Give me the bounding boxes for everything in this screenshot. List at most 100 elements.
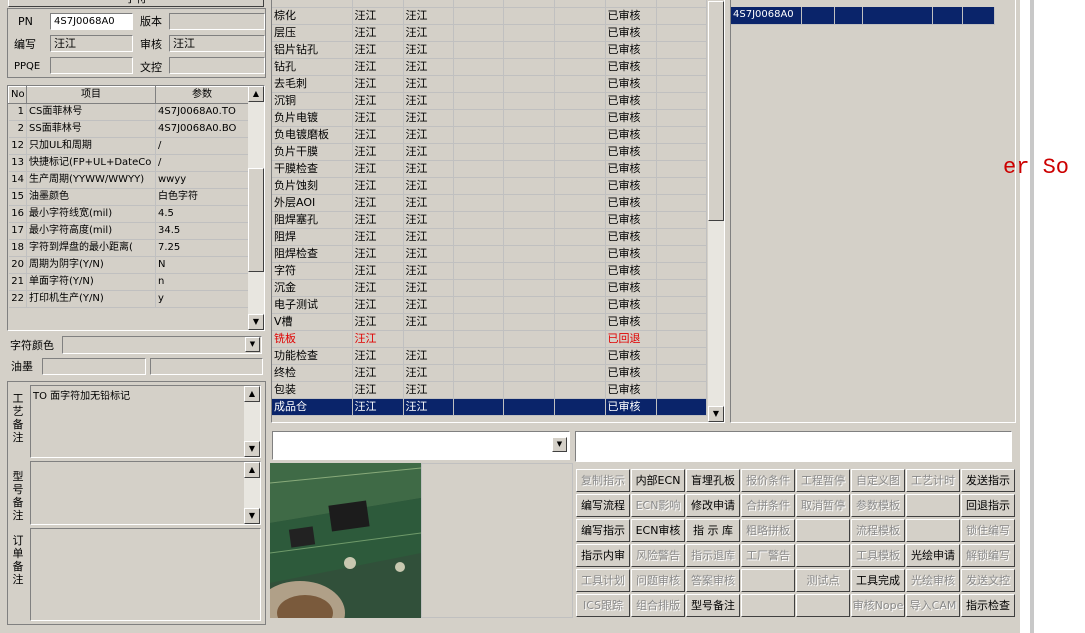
action-button[interactable]: 指 示 库	[686, 519, 740, 542]
ink-field-1[interactable]	[42, 358, 146, 375]
process-row[interactable]: 沉铜 汪江 汪江 已审核	[272, 92, 707, 110]
action-button[interactable]: 导入CAM	[906, 594, 960, 617]
action-button[interactable]: 光绘审核	[906, 569, 960, 592]
action-button[interactable]: 问题审核	[631, 569, 685, 592]
params-row[interactable]: 18 字符到焊盘的最小距离(7.25	[8, 239, 249, 257]
action-button[interactable]: 工具模板	[851, 544, 905, 567]
action-button[interactable]: ECN影响	[631, 494, 685, 517]
process-row[interactable]: 沉金 汪江 汪江 已审核	[272, 279, 707, 297]
action-button[interactable]: 光绘申请	[906, 544, 960, 567]
action-button[interactable]	[796, 519, 850, 542]
order-notes-text[interactable]	[30, 528, 261, 621]
editor-field[interactable]: 汪江	[50, 35, 133, 52]
action-button[interactable]	[796, 594, 850, 617]
action-button[interactable]: 取消暂停	[796, 494, 850, 517]
process-row[interactable]: 包装 汪江 汪江 已审核	[272, 381, 707, 399]
scroll-thumb[interactable]	[708, 1, 724, 221]
process-grid[interactable]: 棕化 汪江 汪江 已审核 层压 汪江 汪江 已审核 铝片钻孔 汪江 汪江 已审核 钻孔 汪江 汪江 已审核 去毛…	[271, 0, 725, 423]
ppqe-field[interactable]	[50, 57, 133, 74]
action-button[interactable]: 合拼条件	[741, 494, 795, 517]
process-row[interactable]: 铝片钻孔 汪江 汪江 已审核	[272, 41, 707, 59]
action-button[interactable]: 工艺计时	[906, 469, 960, 492]
scroll-up-icon[interactable]: ▲	[248, 86, 264, 102]
process-grid-header[interactable]	[503, 0, 555, 8]
process-row[interactable]: 字符 汪江 汪江 已审核	[272, 262, 707, 280]
process-row[interactable]: 成品仓 汪江 汪江 已审核	[272, 398, 707, 416]
action-button[interactable]: 型号备注	[686, 594, 740, 617]
process-notes-text[interactable]: TO 面字符加无铅标记 ▲ ▼	[30, 385, 261, 458]
char-color-select[interactable]	[62, 336, 262, 354]
scroll-down-icon[interactable]: ▼	[244, 441, 260, 457]
scroll-down-icon[interactable]: ▼	[708, 406, 724, 422]
scroll-down-icon[interactable]: ▼	[248, 314, 264, 330]
scroll-down-icon[interactable]: ▼	[244, 508, 260, 524]
action-button[interactable]	[796, 544, 850, 567]
process-row[interactable]: 终检 汪江 汪江 已审核	[272, 364, 707, 382]
params-table[interactable]: No 项目 参数 1 CS面菲林号 4S7J0068A0.TO 2 SS面菲林号 4S7J…	[7, 85, 265, 331]
action-button[interactable]: 自定义图	[851, 469, 905, 492]
chevron-down-icon[interactable]: ▼	[245, 337, 260, 352]
action-button[interactable]: 盲埋孔板	[686, 469, 740, 492]
process-grid-header[interactable]	[605, 0, 657, 8]
process-row[interactable]: 钻孔 汪江 汪江 已审核	[272, 58, 707, 76]
params-row[interactable]: 16 最小字符线宽(mil) 4.5	[8, 205, 249, 223]
model-notes-text[interactable]: ▲ ▼	[30, 461, 261, 525]
params-row[interactable]: 1 CS面菲林号 4S7J0068A0.TO	[8, 103, 249, 121]
process-grid-scrollbar[interactable]: ▼	[708, 1, 724, 422]
pn-field[interactable]: 4S7J0068A0	[50, 13, 133, 30]
action-button[interactable]	[741, 569, 795, 592]
action-button[interactable]: 测试点	[796, 569, 850, 592]
action-button[interactable]: 解锁编写	[961, 544, 1015, 567]
process-row[interactable]: 阻焊塞孔 汪江 汪江 已审核	[272, 211, 707, 229]
lower-text-field[interactable]	[575, 431, 1012, 462]
action-button[interactable]: 流程模板	[851, 519, 905, 542]
params-scrollbar[interactable]: ▲ ▼	[248, 86, 264, 330]
params-row[interactable]: 22 打印机生产(Y/N) y	[8, 290, 249, 308]
action-button[interactable]: 答案审核	[686, 569, 740, 592]
chevron-down-icon[interactable]: ▼	[552, 437, 567, 452]
action-button[interactable]: 审核Nope	[851, 594, 905, 617]
process-row[interactable]: 负片电镀 汪江 汪江 已审核	[272, 109, 707, 127]
action-button[interactable]: 复制指示	[576, 469, 630, 492]
process-grid-header[interactable]	[352, 0, 404, 8]
action-button[interactable]: 回退指示	[961, 494, 1015, 517]
col-item-header[interactable]: 项目	[26, 86, 156, 104]
process-row[interactable]: 功能检查 汪江 汪江 已审核	[272, 347, 707, 365]
action-button[interactable]: 编写指示	[576, 519, 630, 542]
process-row[interactable]: 去毛刺 汪江 汪江 已审核	[272, 75, 707, 93]
action-button[interactable]: 指示内审	[576, 544, 630, 567]
action-button[interactable]: 内部ECN	[631, 469, 685, 492]
params-row[interactable]: 17 最小字符高度(mil) 34.5	[8, 222, 249, 240]
action-button[interactable]: 指示检查	[961, 594, 1015, 617]
action-button[interactable]: 发送文控	[961, 569, 1015, 592]
process-row[interactable]: 负片干膜 汪江 汪江 已审核	[272, 143, 707, 161]
action-button[interactable]: 工厂警告	[741, 544, 795, 567]
process-row[interactable]: 阻焊检查 汪江 汪江 已审核	[272, 245, 707, 263]
action-button[interactable]: 发送指示	[961, 469, 1015, 492]
process-row[interactable]: 层压 汪江 汪江 已审核	[272, 24, 707, 42]
process-row[interactable]: 负电镀磨板 汪江 汪江 已审核	[272, 126, 707, 144]
right-list[interactable]: 4S7J0068A0	[730, 0, 1016, 423]
process-grid-header[interactable]	[272, 0, 353, 8]
action-button[interactable]	[906, 519, 960, 542]
params-row[interactable]: 21 单面字符(Y/N) n	[8, 273, 249, 291]
doc-control-field[interactable]	[169, 57, 265, 74]
action-button[interactable]: 工具计划	[576, 569, 630, 592]
col-param-header[interactable]: 参数	[155, 86, 249, 104]
action-button[interactable]: 锁住编写	[961, 519, 1015, 542]
process-row[interactable]: 棕化 汪江 汪江 已审核	[272, 7, 707, 25]
col-no-header[interactable]: No	[8, 86, 27, 104]
scroll-up-icon[interactable]: ▲	[244, 386, 260, 402]
process-row[interactable]: 铣板 汪江 已回退	[272, 330, 707, 348]
process-grid-header[interactable]	[656, 0, 707, 8]
process-row[interactable]: 阻焊 汪江 汪江 已审核	[272, 228, 707, 246]
scroll-up-icon[interactable]: ▲	[244, 462, 260, 478]
process-grid-header[interactable]	[453, 0, 504, 8]
action-button[interactable]: 指示退库	[686, 544, 740, 567]
action-button[interactable]: 风险警告	[631, 544, 685, 567]
action-button[interactable]: 组合排版	[631, 594, 685, 617]
action-button[interactable]	[741, 594, 795, 617]
action-button[interactable]: ICS跟踪	[576, 594, 630, 617]
review-field[interactable]: 汪江	[169, 35, 265, 52]
version-field[interactable]	[169, 13, 265, 30]
